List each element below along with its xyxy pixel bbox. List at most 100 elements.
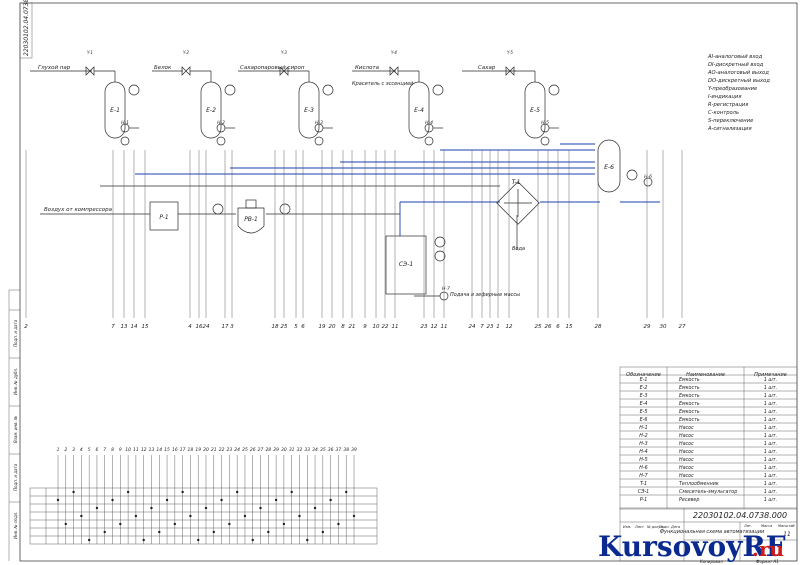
- terminal-number: 28: [595, 324, 602, 330]
- tank-label: E-1: [110, 107, 120, 114]
- spec-cell: P-1: [640, 497, 647, 503]
- valve-label: Y-3: [281, 50, 287, 55]
- title-block-label: Дата: [670, 525, 680, 529]
- spec-cell: Емкость: [679, 417, 700, 423]
- legend-entry: AO-аналоговый выход: [707, 70, 769, 76]
- pump-label: H-5: [541, 120, 549, 126]
- matrix-column-number: 28: [265, 447, 271, 453]
- matrix-column-number: 9: [119, 447, 122, 453]
- matrix-column-number: 2: [64, 447, 67, 453]
- instrument-bubble: [432, 84, 444, 96]
- matrix-dot: [243, 514, 247, 518]
- pump-h7-label: H-7: [442, 286, 450, 292]
- pump-label: H-4: [425, 120, 433, 126]
- terminal-number: 19: [319, 324, 326, 330]
- terminal-number: 3: [230, 324, 234, 330]
- matrix-dot: [251, 538, 254, 542]
- title-block-label: Лист: [634, 525, 645, 529]
- spec-cell: H-4: [639, 449, 647, 455]
- terminal-number: 4: [188, 324, 192, 330]
- tank-label: E-5: [530, 107, 540, 114]
- valve-label: Y-1: [87, 50, 93, 55]
- matrix-dot: [337, 522, 340, 526]
- air-label: Воздух от компрессора: [44, 207, 113, 213]
- terminal-number: 24: [203, 324, 210, 330]
- legend-entry: C-контроль: [708, 110, 739, 116]
- terminal-number: 29: [644, 324, 651, 330]
- pump-label: H-1: [121, 120, 129, 126]
- left-margin-strip: Подп. и дата Инв. № дубл. Взам. инв. № Подп…: [9, 309, 20, 539]
- legend-entry: AI-аналоговый вход: [707, 54, 763, 60]
- spec-cell: Емкость: [679, 401, 700, 407]
- matrix-dot: [321, 530, 325, 534]
- legend-entry: DI-дискретный вход: [708, 62, 764, 68]
- legend-entry: DO-дискретный выход: [708, 78, 770, 84]
- spec-cell: Емкость: [679, 385, 700, 391]
- corner-drawing-code: 22030102.04.0738.000: [23, 0, 30, 56]
- terminal-number: 6: [556, 324, 560, 330]
- legend-entry: I-индикация: [708, 94, 741, 100]
- spec-cell: E-6: [640, 417, 648, 423]
- margin-label: Инв. № дубл.: [13, 368, 18, 395]
- matrix-dot: [103, 530, 106, 534]
- feed-label-steam: Глухой пар: [38, 65, 71, 71]
- spec-cell: Насос: [679, 465, 694, 471]
- spec-cell: CЭ-1: [638, 489, 649, 495]
- spec-cell: Емкость: [679, 409, 700, 415]
- matrix-dot: [72, 490, 75, 494]
- feed-label-acid: Кислота: [355, 65, 380, 71]
- spec-cell: 1 шт.: [764, 465, 777, 471]
- matrix-dot: [345, 490, 348, 494]
- heat-exchanger-label: T-1: [512, 179, 521, 186]
- watermark-domain: .ru: [752, 537, 784, 561]
- feed-label-sugar: Сахар: [478, 65, 496, 71]
- instrument-bubble: [128, 84, 140, 96]
- pump-label: H-2: [217, 120, 225, 126]
- instrument-bubble: [322, 84, 334, 96]
- terminal-number: 21: [349, 324, 356, 330]
- matrix-column-number: 39: [351, 447, 357, 453]
- matrix-column-number: 27: [258, 447, 264, 453]
- spec-cell: E-3: [640, 393, 648, 399]
- matrix-column-number: 8: [111, 447, 114, 453]
- matrix-column-number: 38: [343, 447, 349, 453]
- mixer-e6: E-6 H-6: [597, 139, 653, 193]
- margin-label: Инв. № подл.: [13, 511, 18, 539]
- feed-label-sugar_syrup: Сахаропаровый сироп: [240, 65, 305, 71]
- matrix-dot: [267, 530, 270, 534]
- matrix-dot: [181, 490, 184, 494]
- spec-cell: Насос: [679, 457, 694, 463]
- feed-labels: Глухой пар Белок Сахаропаровый сироп Кислот…: [38, 65, 496, 87]
- spec-cell: 1 шт.: [764, 401, 777, 407]
- matrix-column-number: 29: [273, 447, 279, 453]
- mixer-emulsifier: CЭ-1 H-7 Подача в зефирные массы: [385, 235, 520, 301]
- matrix-dot: [274, 498, 278, 502]
- matrix-column-number: 6: [96, 447, 99, 453]
- matrix-column-number: 14: [156, 447, 162, 453]
- margin-label: Подп. и дата: [13, 463, 18, 491]
- terminal-number: 23: [421, 324, 428, 330]
- spec-cell: E-5: [640, 409, 648, 415]
- spec-cell: Насос: [679, 425, 694, 431]
- matrix-dot: [142, 538, 145, 542]
- spec-cell: H-1: [639, 425, 647, 431]
- spec-cell: Теплообменник: [679, 481, 719, 487]
- matrix-column-number: 36: [328, 447, 334, 453]
- instrument-bubble: [548, 84, 560, 96]
- terminal-number: 8: [341, 324, 345, 330]
- terminal-number: 30: [660, 324, 667, 330]
- matrix-dot: [165, 498, 169, 502]
- title-block-label: Масштаб: [778, 524, 795, 528]
- matrix-column-number: 5: [88, 447, 91, 453]
- spec-cell: E-2: [640, 385, 648, 391]
- title-drawing-code: 22030102.04.0738.000: [693, 511, 787, 520]
- terminal-number: 27: [679, 324, 686, 330]
- spec-cell: 1 шт.: [764, 497, 777, 503]
- spec-cell: Насос: [679, 441, 694, 447]
- watermark: KursovoyRF .ru: [598, 530, 786, 563]
- spec-cell: E-4: [640, 401, 648, 407]
- matrix-column-number: 24: [234, 447, 240, 453]
- matrix-column-number: 3: [72, 447, 75, 453]
- terminal-number: 13: [121, 324, 128, 330]
- matrix-column-number: 16: [172, 447, 178, 453]
